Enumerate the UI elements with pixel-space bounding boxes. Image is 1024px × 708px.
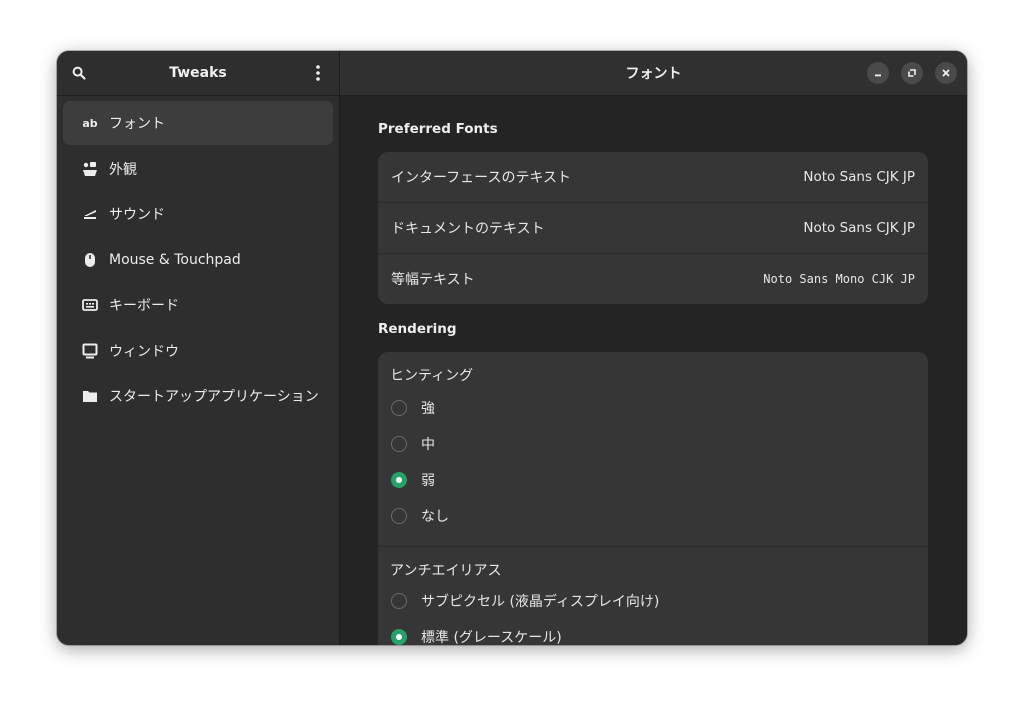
hinting-label: ヒンティング — [390, 368, 474, 384]
sidebar-list: ab フォント 外観 サウンド Mouse & Touchpad キーボード ウ… — [57, 96, 339, 425]
radio-button[interactable] — [391, 400, 407, 416]
headerbar: フォント — [340, 51, 967, 96]
sidebar-item-appearance[interactable]: 外観 — [63, 147, 333, 191]
rendering-card: ヒンティング 強 中 弱 なし アンチエイリアス サブピクセル (液晶ディスプレ… — [378, 352, 928, 645]
sidebar-item-sound[interactable]: サウンド — [63, 192, 333, 236]
radio-button-checked[interactable] — [391, 629, 407, 645]
antialiasing-option-subpixel[interactable]: サブピクセル (液晶ディスプレイ向け) — [378, 583, 928, 619]
sidebar-item-label: 外観 — [109, 161, 137, 178]
mouse-icon — [81, 251, 99, 269]
folder-icon — [81, 387, 99, 405]
close-icon — [942, 69, 950, 77]
radio-button-checked[interactable] — [391, 472, 407, 488]
sound-icon — [81, 205, 99, 223]
fonts-icon: ab — [82, 116, 98, 130]
font-value: Noto Sans CJK JP — [803, 220, 915, 236]
option-label: 強 — [421, 401, 435, 417]
option-label: サブピクセル (液晶ディスプレイ向け) — [421, 594, 660, 610]
hinting-option-slight[interactable]: 弱 — [378, 462, 928, 498]
sidebar-item-windows[interactable]: ウィンドウ — [63, 329, 333, 373]
radio-button[interactable] — [391, 508, 407, 524]
hinting-option-medium[interactable]: 中 — [378, 426, 928, 462]
tweaks-window: Tweaks ab フォント 外観 サウンド Mouse & Touchpad … — [57, 51, 967, 645]
keyboard-icon — [81, 296, 99, 314]
sidebar-item-label: スタートアップアプリケーション — [109, 389, 319, 405]
document-font-row[interactable]: ドキュメントのテキスト Noto Sans CJK JP — [378, 203, 928, 254]
rendering-heading: Rendering — [378, 321, 457, 337]
sidebar-item-keyboard[interactable]: キーボード — [63, 283, 333, 327]
row-label: ドキュメントのテキスト — [391, 221, 545, 237]
preferred-fonts-heading: Preferred Fonts — [378, 121, 498, 137]
sidebar-item-label: サウンド — [109, 207, 165, 223]
row-label: 等幅テキスト — [391, 272, 475, 288]
option-label: なし — [421, 509, 449, 525]
page-title: フォント — [625, 66, 682, 82]
window-icon — [81, 342, 99, 360]
radio-button[interactable] — [391, 436, 407, 452]
main-menu-button[interactable] — [303, 58, 333, 88]
option-label: 中 — [421, 437, 435, 453]
preferred-fonts-card: インターフェースのテキスト Noto Sans CJK JP ドキュメントのテキ… — [378, 152, 928, 304]
option-label: 標準 (グレースケール) — [421, 630, 562, 645]
minimize-icon — [875, 74, 881, 77]
row-label: インターフェースのテキスト — [391, 170, 572, 186]
font-value: Noto Sans CJK JP — [803, 169, 915, 185]
radio-button[interactable] — [391, 593, 407, 609]
close-button[interactable] — [935, 62, 957, 84]
sidebar-item-label: Mouse & Touchpad — [109, 251, 241, 268]
content: Preferred Fonts インターフェースのテキスト Noto Sans … — [378, 95, 928, 645]
antialiasing-label: アンチエイリアス — [390, 563, 502, 579]
minimize-button[interactable] — [867, 62, 889, 84]
sidebar-header: Tweaks — [57, 51, 339, 96]
app-title: Tweaks — [169, 65, 227, 81]
font-value: Noto Sans Mono CJK JP — [763, 272, 915, 286]
sidebar-item-label: ウィンドウ — [109, 343, 179, 360]
sidebar-item-label: キーボード — [109, 298, 179, 314]
appearance-icon — [81, 160, 99, 178]
restore-icon — [908, 69, 916, 77]
kebab-menu-icon — [316, 65, 320, 81]
maximize-button[interactable] — [901, 62, 923, 84]
hinting-option-full[interactable]: 強 — [378, 390, 928, 426]
sidebar-item-mouse-touchpad[interactable]: Mouse & Touchpad — [63, 238, 333, 282]
sidebar: Tweaks ab フォント 外観 サウンド Mouse & Touchpad … — [57, 51, 340, 645]
antialiasing-option-standard[interactable]: 標準 (グレースケール) — [378, 619, 928, 645]
window-controls — [867, 62, 957, 84]
monospace-font-row[interactable]: 等幅テキスト Noto Sans Mono CJK JP — [378, 254, 928, 304]
sidebar-item-fonts[interactable]: ab フォント — [63, 101, 333, 145]
interface-font-row[interactable]: インターフェースのテキスト Noto Sans CJK JP — [378, 152, 928, 203]
sidebar-item-label: フォント — [109, 116, 165, 132]
hinting-option-none[interactable]: なし — [378, 498, 928, 534]
main-pane: フォント Preferred Fonts インターフェースのテキスト Noto … — [340, 51, 967, 645]
option-label: 弱 — [421, 473, 435, 489]
sidebar-item-startup-applications[interactable]: スタートアップアプリケーション — [63, 374, 333, 418]
